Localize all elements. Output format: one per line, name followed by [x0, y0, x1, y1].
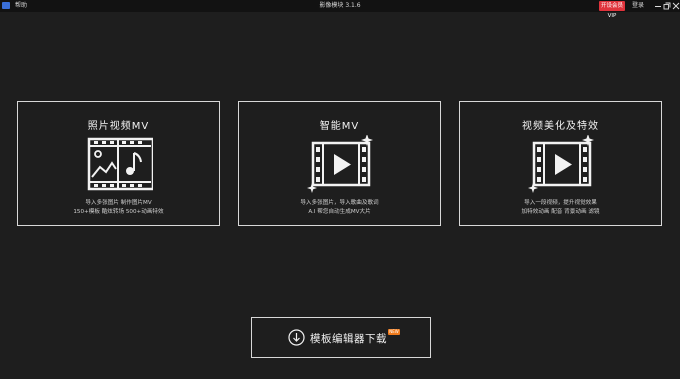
close-icon[interactable] — [672, 2, 680, 10]
card-desc-line2: A.I 帮您自动生成MV大片 — [308, 209, 371, 215]
download-icon — [288, 329, 305, 346]
card-desc-line2: 150+模板 酷炫转场 500+动画特效 — [73, 209, 164, 215]
app-title: 影像模块 3.1.6 — [319, 2, 361, 9]
card-title: 照片视频MV — [87, 121, 150, 132]
download-label: 模板编辑器下载 — [310, 333, 387, 345]
card-desc-line1: 导入多张图片，导入歌曲及歌词 — [300, 200, 379, 206]
restore-icon[interactable] — [663, 2, 671, 10]
card-desc-line1: 导入多张图片 制作图片MV — [85, 200, 152, 206]
card-video-beautify-effects[interactable]: 视频美化及特效 导入一段视频，提升视觉效果 加特效动画 配音 背景动画 滤镜 — [459, 101, 662, 226]
app-logo-icon — [2, 2, 10, 9]
new-badge: NEW — [388, 329, 400, 335]
card-smart-mv[interactable]: 智能MV 导入多张图片，导入歌曲及歌词 A.I 帮您自动生成MV大片 — [238, 101, 441, 226]
photo-music-icon — [86, 135, 155, 195]
card-desc-line2: 加特效动画 配音 背景动画 滤镜 — [521, 209, 600, 215]
card-title: 视频美化及特效 — [522, 121, 599, 132]
video-play-sparkle-icon — [307, 134, 374, 195]
title-bar: 帮助 影像模块 3.1.6 开设会员VIP 登录 — [0, 0, 680, 19]
minimize-icon[interactable] — [654, 2, 662, 10]
menu-help[interactable]: 帮助 — [15, 0, 27, 12]
card-title: 智能MV — [319, 121, 360, 132]
card-photo-video-mv[interactable]: 照片视频MV 导入多张图片 制作图片MV 150+模板 酷炫转场 500+动画特… — [17, 101, 220, 226]
card-desc-line1: 导入一段视频，提升视觉效果 — [524, 200, 597, 206]
login-link[interactable]: 登录 — [632, 0, 644, 12]
upgrade-vip-button[interactable]: 开设会员VIP — [599, 1, 625, 19]
template-editor-download-button[interactable]: 模板编辑器下载 NEW — [251, 317, 431, 358]
video-play-sparkle-icon — [528, 134, 595, 195]
